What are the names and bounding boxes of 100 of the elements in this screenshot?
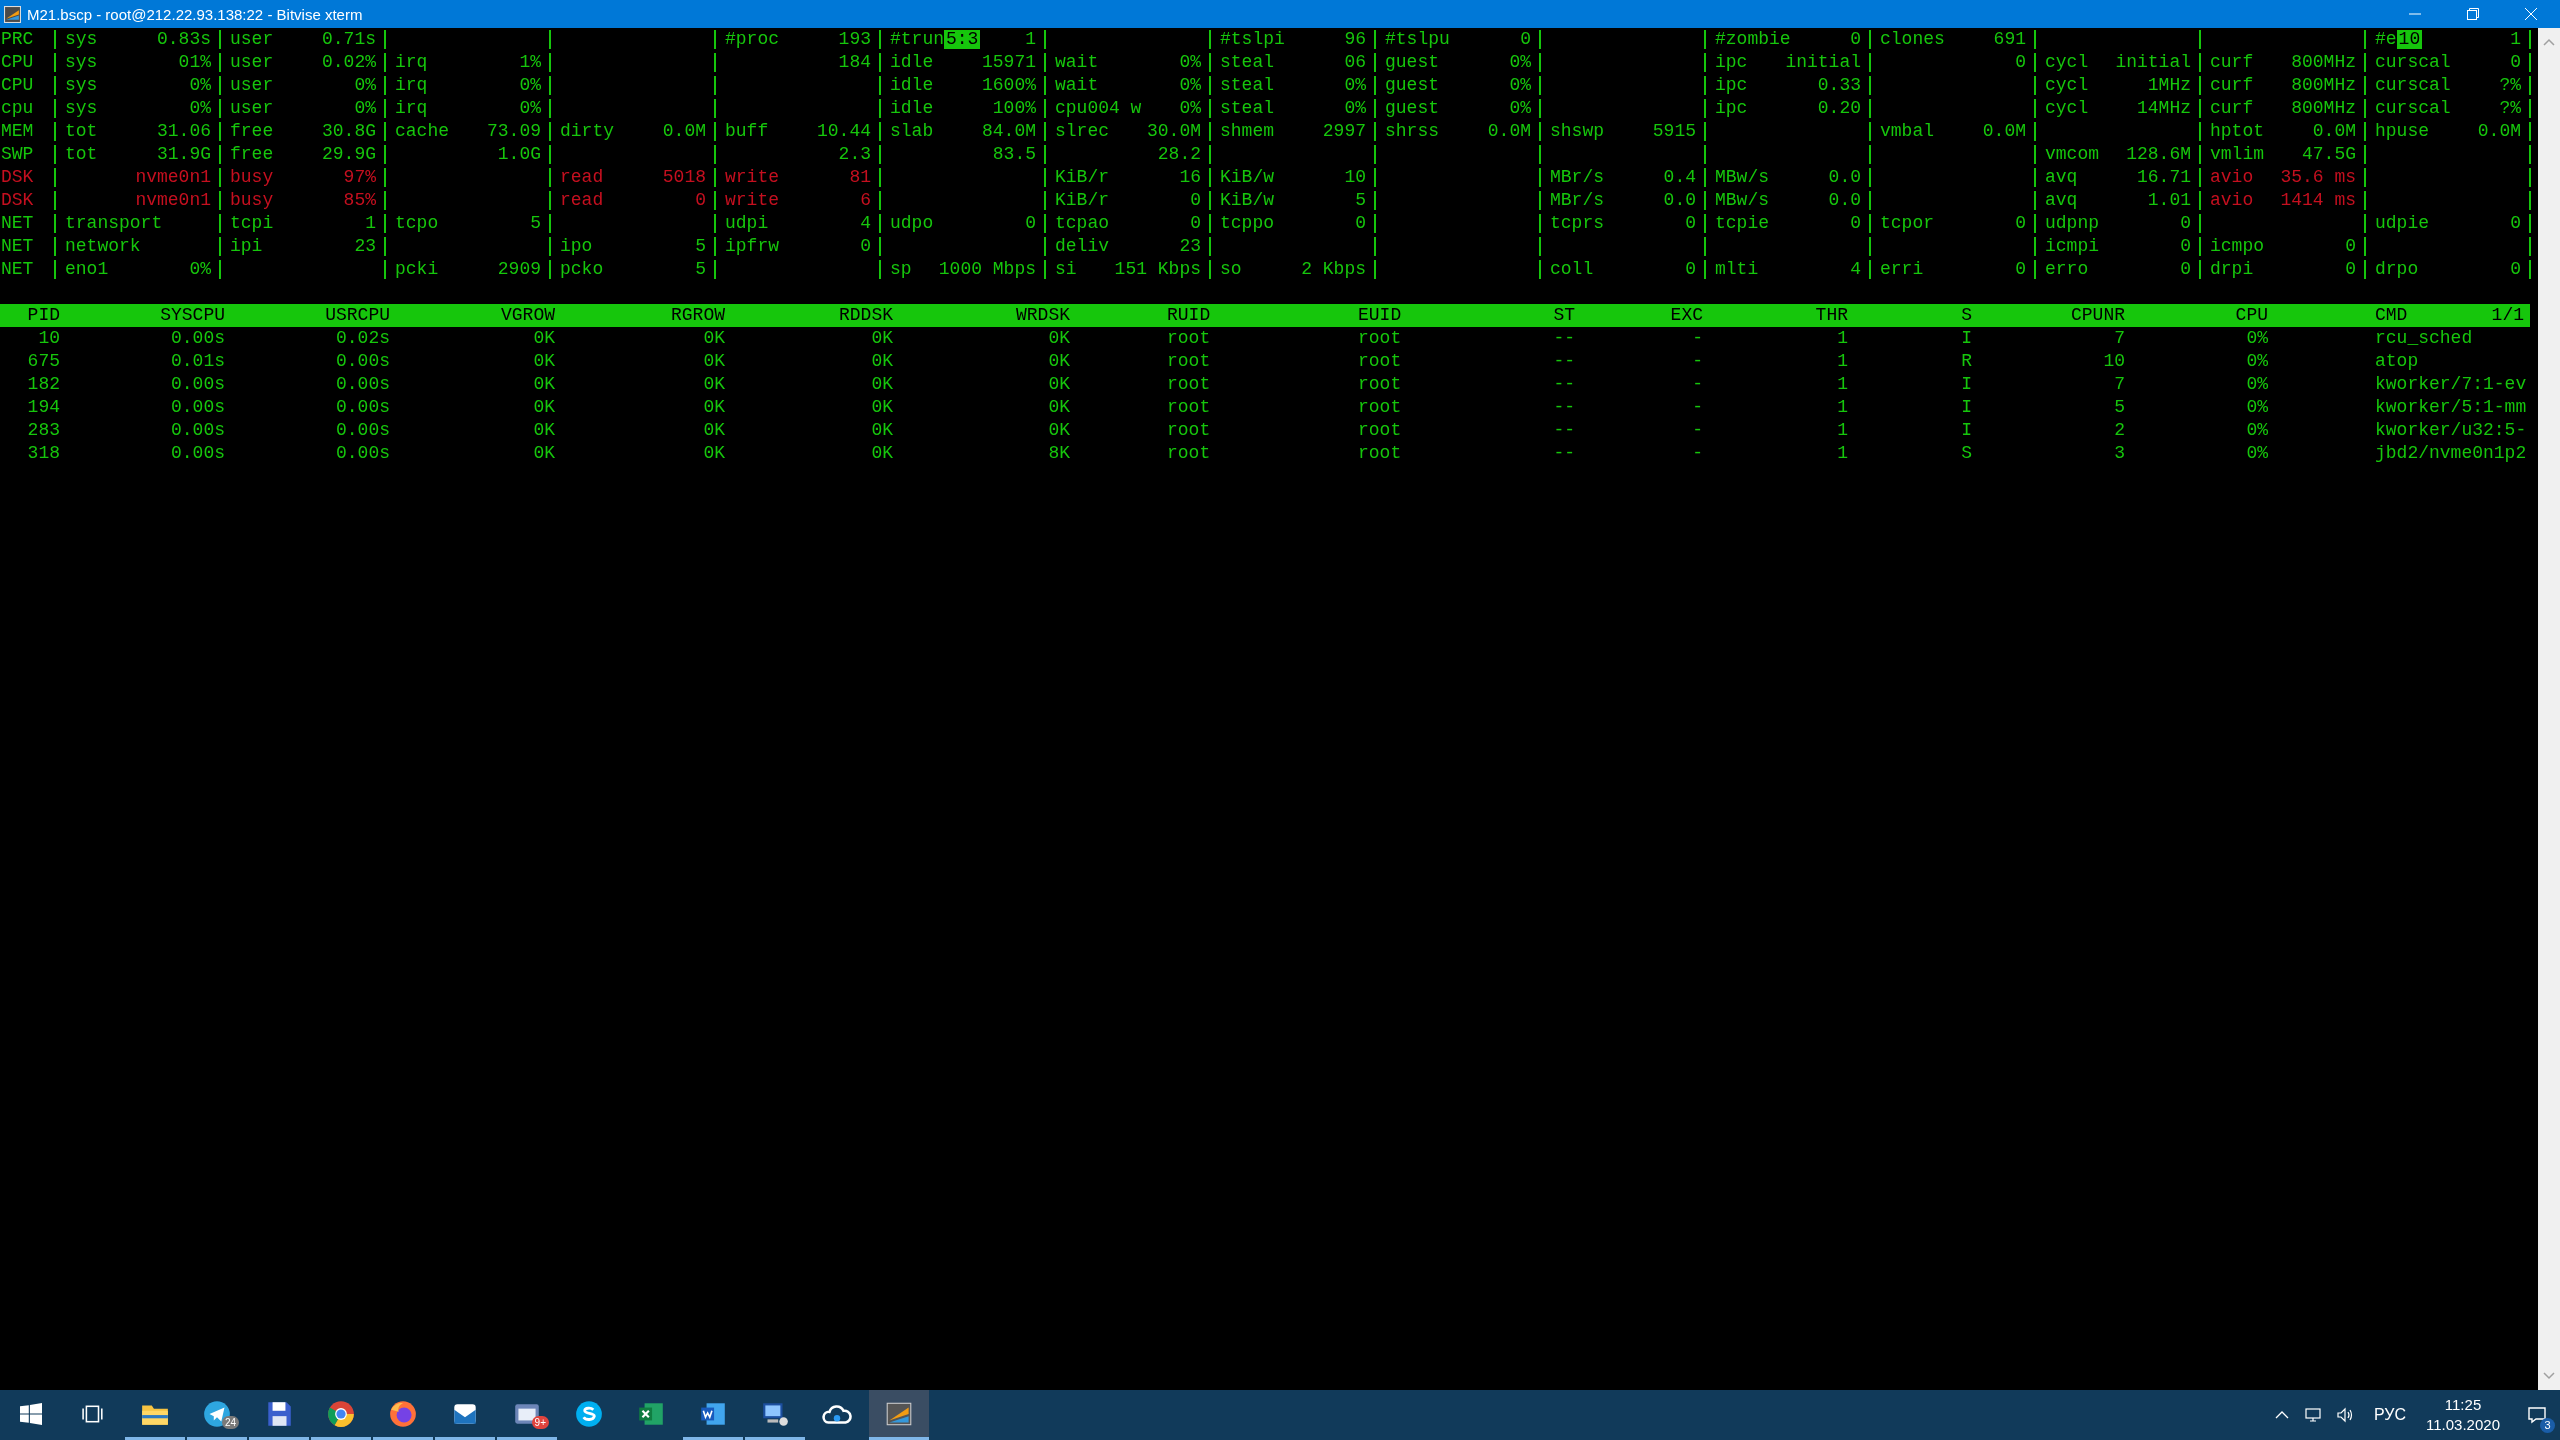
volume-icon[interactable]	[2337, 1407, 2355, 1423]
metric-name: user	[230, 99, 274, 118]
column-header[interactable]: S	[1961, 304, 1972, 327]
metric-value: 84.0M	[982, 122, 1036, 141]
metric-value: 1600%	[982, 76, 1036, 95]
metric-name: transport	[65, 214, 163, 233]
metric-value: 1.0G	[497, 145, 541, 164]
metric-value: 0%	[1509, 53, 1531, 72]
metric-name: tcpor	[1880, 214, 1934, 233]
metric-value: 0.71s	[322, 30, 376, 49]
table-cell: 0K	[703, 442, 725, 465]
metric-name: clones	[1880, 30, 1945, 49]
column-header[interactable]: RDDSK	[839, 304, 893, 327]
metric-name: irq	[395, 53, 428, 72]
table-cell: -	[1692, 327, 1703, 350]
network-icon[interactable]	[2305, 1407, 2323, 1423]
table-cell: jbd2/nvme0n1p2	[2375, 442, 2527, 465]
column-header[interactable]: PID	[27, 304, 60, 327]
taskbar-app[interactable]: 24	[187, 1390, 247, 1440]
column-header[interactable]: CPUNR	[2071, 304, 2125, 327]
metric-value: 0.0	[1828, 191, 1861, 210]
metric-name: irq	[395, 76, 428, 95]
metric-name: write	[725, 168, 779, 187]
table-cell: 1	[1837, 373, 1848, 396]
table-cell: rcu_sched	[2375, 327, 2473, 350]
page-indicator: 1/1	[2491, 304, 2525, 327]
metric-name: guest	[1385, 53, 1439, 72]
metric-value: 0%	[189, 76, 211, 95]
metric-value: 85%	[343, 191, 376, 210]
metric-value: nvme0n1	[135, 191, 211, 210]
column-header[interactable]: USRCPU	[325, 304, 390, 327]
column-header[interactable]: WRDSK	[1016, 304, 1070, 327]
metric-name: drpo	[2375, 260, 2419, 279]
table-cell: 0K	[1048, 396, 1070, 419]
table-cell: 0%	[2246, 396, 2268, 419]
table-cell: 1	[1837, 327, 1848, 350]
metric-name: write	[725, 191, 779, 210]
table-cell: I	[1961, 373, 1972, 396]
metric-name: slab	[890, 122, 934, 141]
metric-name: cycl	[2045, 53, 2089, 72]
metric-value: 0	[2510, 260, 2521, 279]
metric-value: 1000 Mbps	[938, 260, 1036, 279]
clock[interactable]: 11:25 11.03.2020	[2426, 1395, 2500, 1435]
metric-value: 5018	[662, 168, 706, 187]
metric-name: cache	[395, 122, 449, 141]
metric-value: 0%	[519, 76, 541, 95]
metric-name: irq	[395, 99, 428, 118]
table-cell: root	[1167, 373, 1211, 396]
metric-name: icmpo	[2210, 237, 2264, 256]
metric-value: 23	[1179, 237, 1201, 256]
column-header[interactable]: RGROW	[671, 304, 725, 327]
language-indicator[interactable]: РУС	[2374, 1406, 2407, 1424]
notification-count: 3	[2540, 1418, 2555, 1433]
metric-name: ipc	[1715, 99, 1748, 118]
column-header[interactable]: EXC	[1670, 304, 1703, 327]
taskbar-app[interactable]: 9+	[497, 1390, 557, 1440]
column-header[interactable]: CMD	[2375, 304, 2408, 327]
table-cell: 0K	[703, 396, 725, 419]
column-header[interactable]: EUID	[1358, 304, 1402, 327]
metric-name: user	[230, 30, 274, 49]
table-cell: 0.00s	[336, 350, 390, 373]
metric-name: drpi	[2210, 260, 2254, 279]
metric-name: hpuse	[2375, 122, 2429, 141]
metric-value: 0%	[1179, 76, 1201, 95]
metric-value: 0%	[1179, 53, 1201, 72]
metric-value: 5	[695, 260, 706, 279]
table-cell: -	[1692, 396, 1703, 419]
table-cell: 0.00s	[336, 373, 390, 396]
column-header[interactable]: VGROW	[501, 304, 555, 327]
metric-name: udpie	[2375, 214, 2429, 233]
row-label: PRC	[0, 28, 35, 51]
column-header[interactable]: RUID	[1167, 304, 1211, 327]
column-header[interactable]: SYSCPU	[160, 304, 225, 327]
metric-name: vmbal	[1880, 122, 1934, 141]
row-label: DSK	[0, 189, 35, 212]
table-cell: R	[1961, 350, 1972, 373]
metric-name: hptot	[2210, 122, 2264, 141]
metric-name: KiB/w	[1220, 168, 1274, 187]
table-cell: --	[1553, 442, 1575, 465]
table-cell: kworker/7:1-ev	[2375, 373, 2527, 396]
metric-value: 10	[1344, 168, 1366, 187]
column-header[interactable]: THR	[1815, 304, 1848, 327]
window-title: M21.bscp - root@212.22.93.138:22 - Bitvise xterm	[27, 5, 363, 23]
column-header[interactable]: CPU	[2235, 304, 2268, 327]
column-header[interactable]: ST	[1553, 304, 1575, 327]
metric-value: 151 Kbps	[1114, 260, 1201, 279]
browser-icon	[326, 1398, 356, 1429]
table-cell: atop	[2375, 350, 2419, 373]
metric-name: avq	[2045, 191, 2078, 210]
metric-value: 0	[1025, 214, 1036, 233]
metric-value: 0.0M	[2477, 122, 2521, 141]
metric-name: dirty	[560, 122, 614, 141]
table-cell: 0%	[2246, 350, 2268, 373]
table-cell: 10	[38, 327, 60, 350]
close-icon	[2525, 8, 2537, 20]
chat-icon	[574, 1398, 604, 1429]
metric-value: 0.0M	[1487, 122, 1531, 141]
notification-icon[interactable]	[2527, 1405, 2547, 1425]
metric-value: 691	[1993, 30, 2026, 49]
clock-time: 11:25	[2444, 1395, 2482, 1415]
